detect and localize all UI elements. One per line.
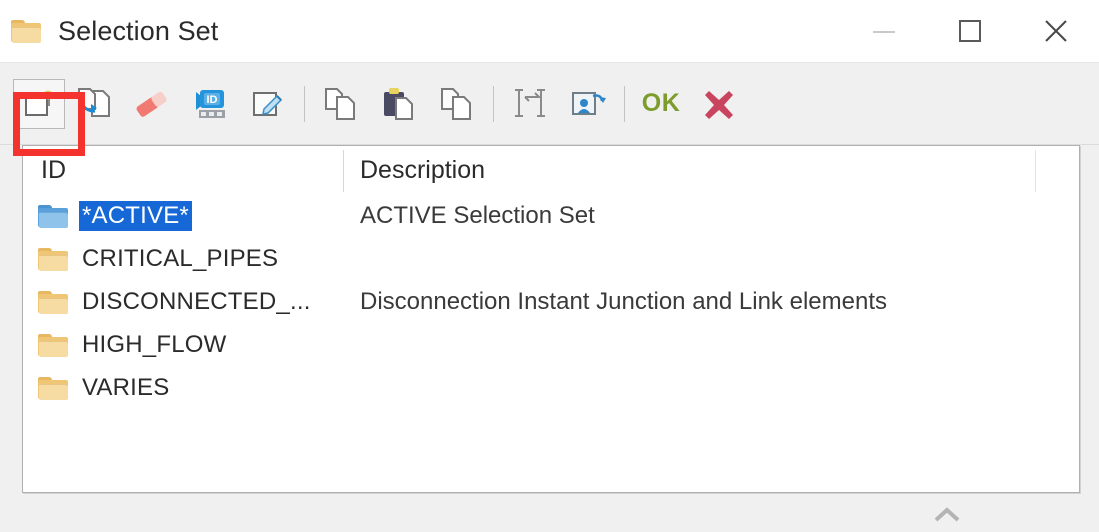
row-description-cell: ACTIVE Selection Set xyxy=(360,201,595,229)
edit-id-button[interactable]: ID xyxy=(181,75,239,133)
paste-button[interactable] xyxy=(370,75,428,133)
table-row[interactable]: *ACTIVE* ACTIVE Selection Set xyxy=(23,194,1079,237)
row-id-label: *ACTIVE* xyxy=(79,200,192,231)
table-row[interactable]: HIGH_FLOW xyxy=(23,323,1079,366)
window-folder-icon xyxy=(10,17,44,45)
new-selection-set-button[interactable] xyxy=(13,78,65,129)
toolbar-separator xyxy=(624,85,625,122)
toolbar-separator xyxy=(304,85,305,122)
ok-button[interactable]: OK xyxy=(632,75,690,133)
row-id-cell: CRITICAL_PIPES xyxy=(23,244,343,274)
row-id-label: CRITICAL_PIPES xyxy=(82,244,279,272)
fit-extents-button[interactable] xyxy=(501,75,559,133)
duplicate-button[interactable] xyxy=(428,75,486,133)
export-button[interactable] xyxy=(559,75,617,133)
row-id-cell: *ACTIVE* xyxy=(23,200,343,231)
table-row[interactable]: CRITICAL_PIPES xyxy=(23,237,1079,280)
row-id-cell: HIGH_FLOW xyxy=(23,330,343,360)
selection-set-window: Selection Set ID OK ID Description *ACTI… xyxy=(0,0,1099,532)
ok-button-label: OK xyxy=(641,89,681,117)
close-button[interactable] xyxy=(1013,0,1099,62)
folder-icon xyxy=(37,202,75,230)
table-row[interactable]: DISCONNECTED_... Disconnection Instant J… xyxy=(23,280,1079,323)
toolbar-separator xyxy=(493,85,494,122)
column-header-id[interactable]: ID xyxy=(23,156,343,185)
row-description-cell: Disconnection Instant Junction and Link … xyxy=(360,287,887,315)
toolbar: ID OK xyxy=(0,63,1099,145)
row-id-cell: VARIES xyxy=(23,373,343,403)
column-divider-end[interactable] xyxy=(1035,150,1036,192)
copy-button[interactable] xyxy=(312,75,370,133)
title-bar: Selection Set xyxy=(0,0,1099,63)
minimize-button[interactable] xyxy=(841,0,927,62)
copy-selection-set-button[interactable] xyxy=(65,75,123,133)
column-header-description[interactable]: Description xyxy=(343,156,1079,185)
maximize-button[interactable] xyxy=(927,0,1013,62)
row-id-label: VARIES xyxy=(82,373,170,401)
folder-icon xyxy=(37,331,75,359)
svg-text:ID: ID xyxy=(207,94,218,106)
window-controls xyxy=(841,0,1099,62)
content-area: ID Description *ACTIVE* ACTIVE Selection… xyxy=(0,145,1099,532)
row-id-label: DISCONNECTED_... xyxy=(82,287,311,315)
row-id-cell: DISCONNECTED_... xyxy=(23,287,343,317)
selection-set-list[interactable]: ID Description *ACTIVE* ACTIVE Selection… xyxy=(22,145,1080,493)
folder-icon xyxy=(37,288,75,316)
list-header: ID Description xyxy=(23,146,1079,194)
folder-icon xyxy=(37,245,75,273)
resize-handle[interactable] xyxy=(932,505,962,523)
folder-icon xyxy=(37,374,75,402)
cancel-button[interactable] xyxy=(690,75,748,133)
row-id-label: HIGH_FLOW xyxy=(82,330,227,358)
delete-selection-set-button[interactable] xyxy=(123,75,181,133)
window-title: Selection Set xyxy=(58,15,219,46)
table-row[interactable]: VARIES xyxy=(23,366,1079,409)
edit-properties-button[interactable] xyxy=(239,75,297,133)
column-divider[interactable] xyxy=(343,150,344,192)
